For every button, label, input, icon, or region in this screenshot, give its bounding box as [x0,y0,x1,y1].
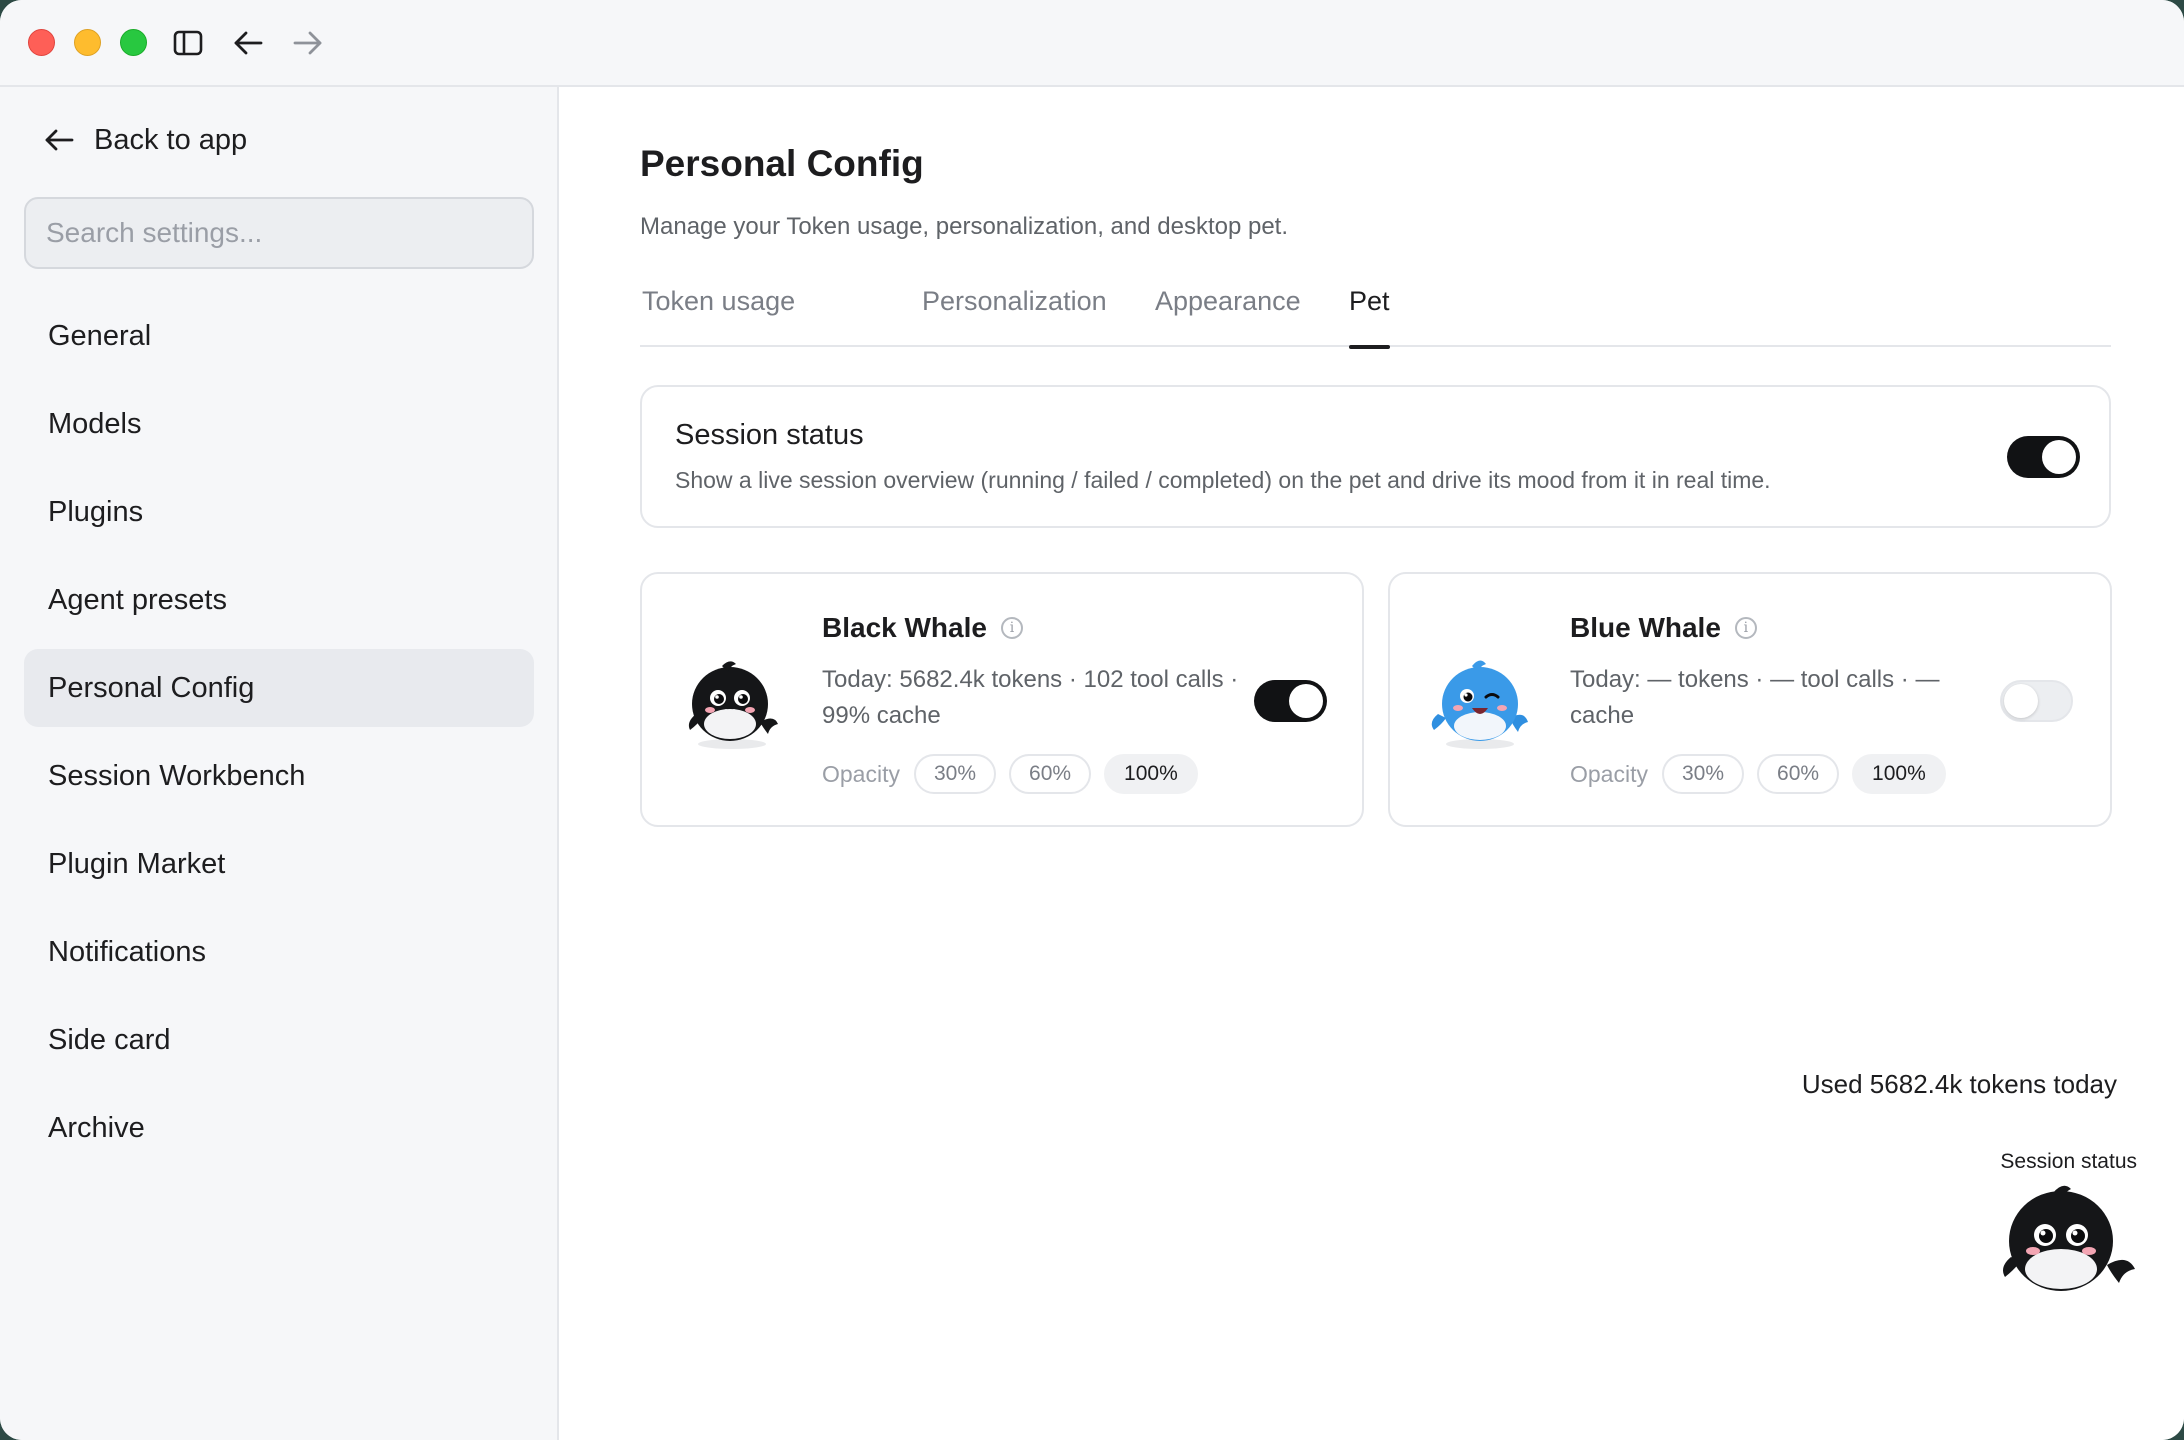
token-usage-summary: Used 5682.4k tokens today [1801,1069,2117,1099]
tab-token-usage[interactable]: Token usage [642,284,795,347]
floating-desktop-pet[interactable] [1999,1177,2139,1307]
sidebar-item-agent-presets[interactable]: Agent presets [24,561,534,639]
session-status-card: Session status Show a live session overv… [640,385,2111,528]
floating-pet-label: Session status [2000,1150,2137,1173]
sidebar-item-models[interactable]: Models [24,385,534,463]
zoom-window-button[interactable] [120,29,147,56]
title-bar [0,0,2184,87]
session-status-toggle[interactable] [2007,436,2080,478]
sidebar-item-notifications[interactable]: Notifications [24,913,534,991]
sidebar-item-session-workbench[interactable]: Session Workbench [24,737,534,815]
page-subtitle: Manage your Token usage, personalization… [640,213,1288,240]
blue-whale-avatar [1431,660,1528,749]
tab-personalization[interactable]: Personalization [922,284,1107,347]
pet-name: Blue Whale i [1570,612,1757,644]
opacity-option-100[interactable]: 100% [1852,754,1946,794]
config-tabs: Token usage Personalization Appearance P… [640,284,2111,349]
opacity-selector: Opacity 30% 60% 100% [822,754,1211,794]
settings-sidebar: Back to app General Models Plugins Agent… [0,87,559,1440]
pet-card-black-whale[interactable]: Black Whale i Today: 5682.4k tokens · 10… [640,572,1364,827]
sidebar-item-archive[interactable]: Archive [24,1089,534,1167]
opacity-option-60[interactable]: 60% [1009,754,1092,794]
session-status-description: Show a live session overview (running / … [675,467,1771,493]
info-icon[interactable]: i [1000,617,1023,639]
page-title: Personal Config [640,143,924,184]
opacity-option-100[interactable]: 100% [1104,754,1198,794]
info-icon[interactable]: i [1734,617,1757,639]
back-to-app-link[interactable]: Back to app [44,117,247,163]
pet-stats: Today: 5682.4k tokens · 102 tool calls ·… [822,666,1239,729]
arrow-left-icon[interactable] [229,24,267,62]
pet-name: Black Whale i [822,612,1023,644]
arrow-left-icon [45,129,74,151]
pet-name-text: Blue Whale [1570,612,1721,643]
sidebar-toggle-icon[interactable] [169,24,207,62]
arrow-right-icon[interactable] [289,24,327,62]
opacity-label: Opacity [822,760,900,787]
pet-card-blue-whale[interactable]: Blue Whale i Today: — tokens · — tool ca… [1388,572,2112,827]
back-to-app-label: Back to app [94,123,248,156]
search-settings-input[interactable] [24,197,534,269]
sidebar-item-side-card[interactable]: Side card [24,1001,534,1079]
opacity-selector: Opacity 30% 60% 100% [1570,754,1959,794]
main-content: Personal Config Manage your Token usage,… [561,87,2184,1440]
pet-stats: Today: — tokens · — tool calls · — cache [1570,666,1940,729]
app-window: Back to app General Models Plugins Agent… [0,0,2184,1440]
sidebar-item-plugins[interactable]: Plugins [24,473,534,551]
session-status-title: Session status [675,419,864,451]
opacity-option-60[interactable]: 60% [1757,754,1840,794]
settings-nav: General Models Plugins Agent presets Per… [24,297,534,1177]
sidebar-item-general[interactable]: General [24,297,534,375]
opacity-option-30[interactable]: 30% [1661,754,1745,794]
minimize-window-button[interactable] [74,29,101,56]
sidebar-item-plugin-market[interactable]: Plugin Market [24,825,534,903]
sidebar-item-personal-config[interactable]: Personal Config [24,649,534,727]
tab-appearance[interactable]: Appearance [1155,284,1301,347]
opacity-label: Opacity [1570,760,1648,787]
black-whale-avatar [688,661,778,749]
blue-whale-toggle[interactable] [2000,680,2073,722]
black-whale-toggle[interactable] [1254,680,1327,722]
tab-pet[interactable]: Pet [1349,284,1390,349]
close-window-button[interactable] [28,29,55,56]
pet-name-text: Black Whale [822,612,987,643]
opacity-option-30[interactable]: 30% [913,754,997,794]
